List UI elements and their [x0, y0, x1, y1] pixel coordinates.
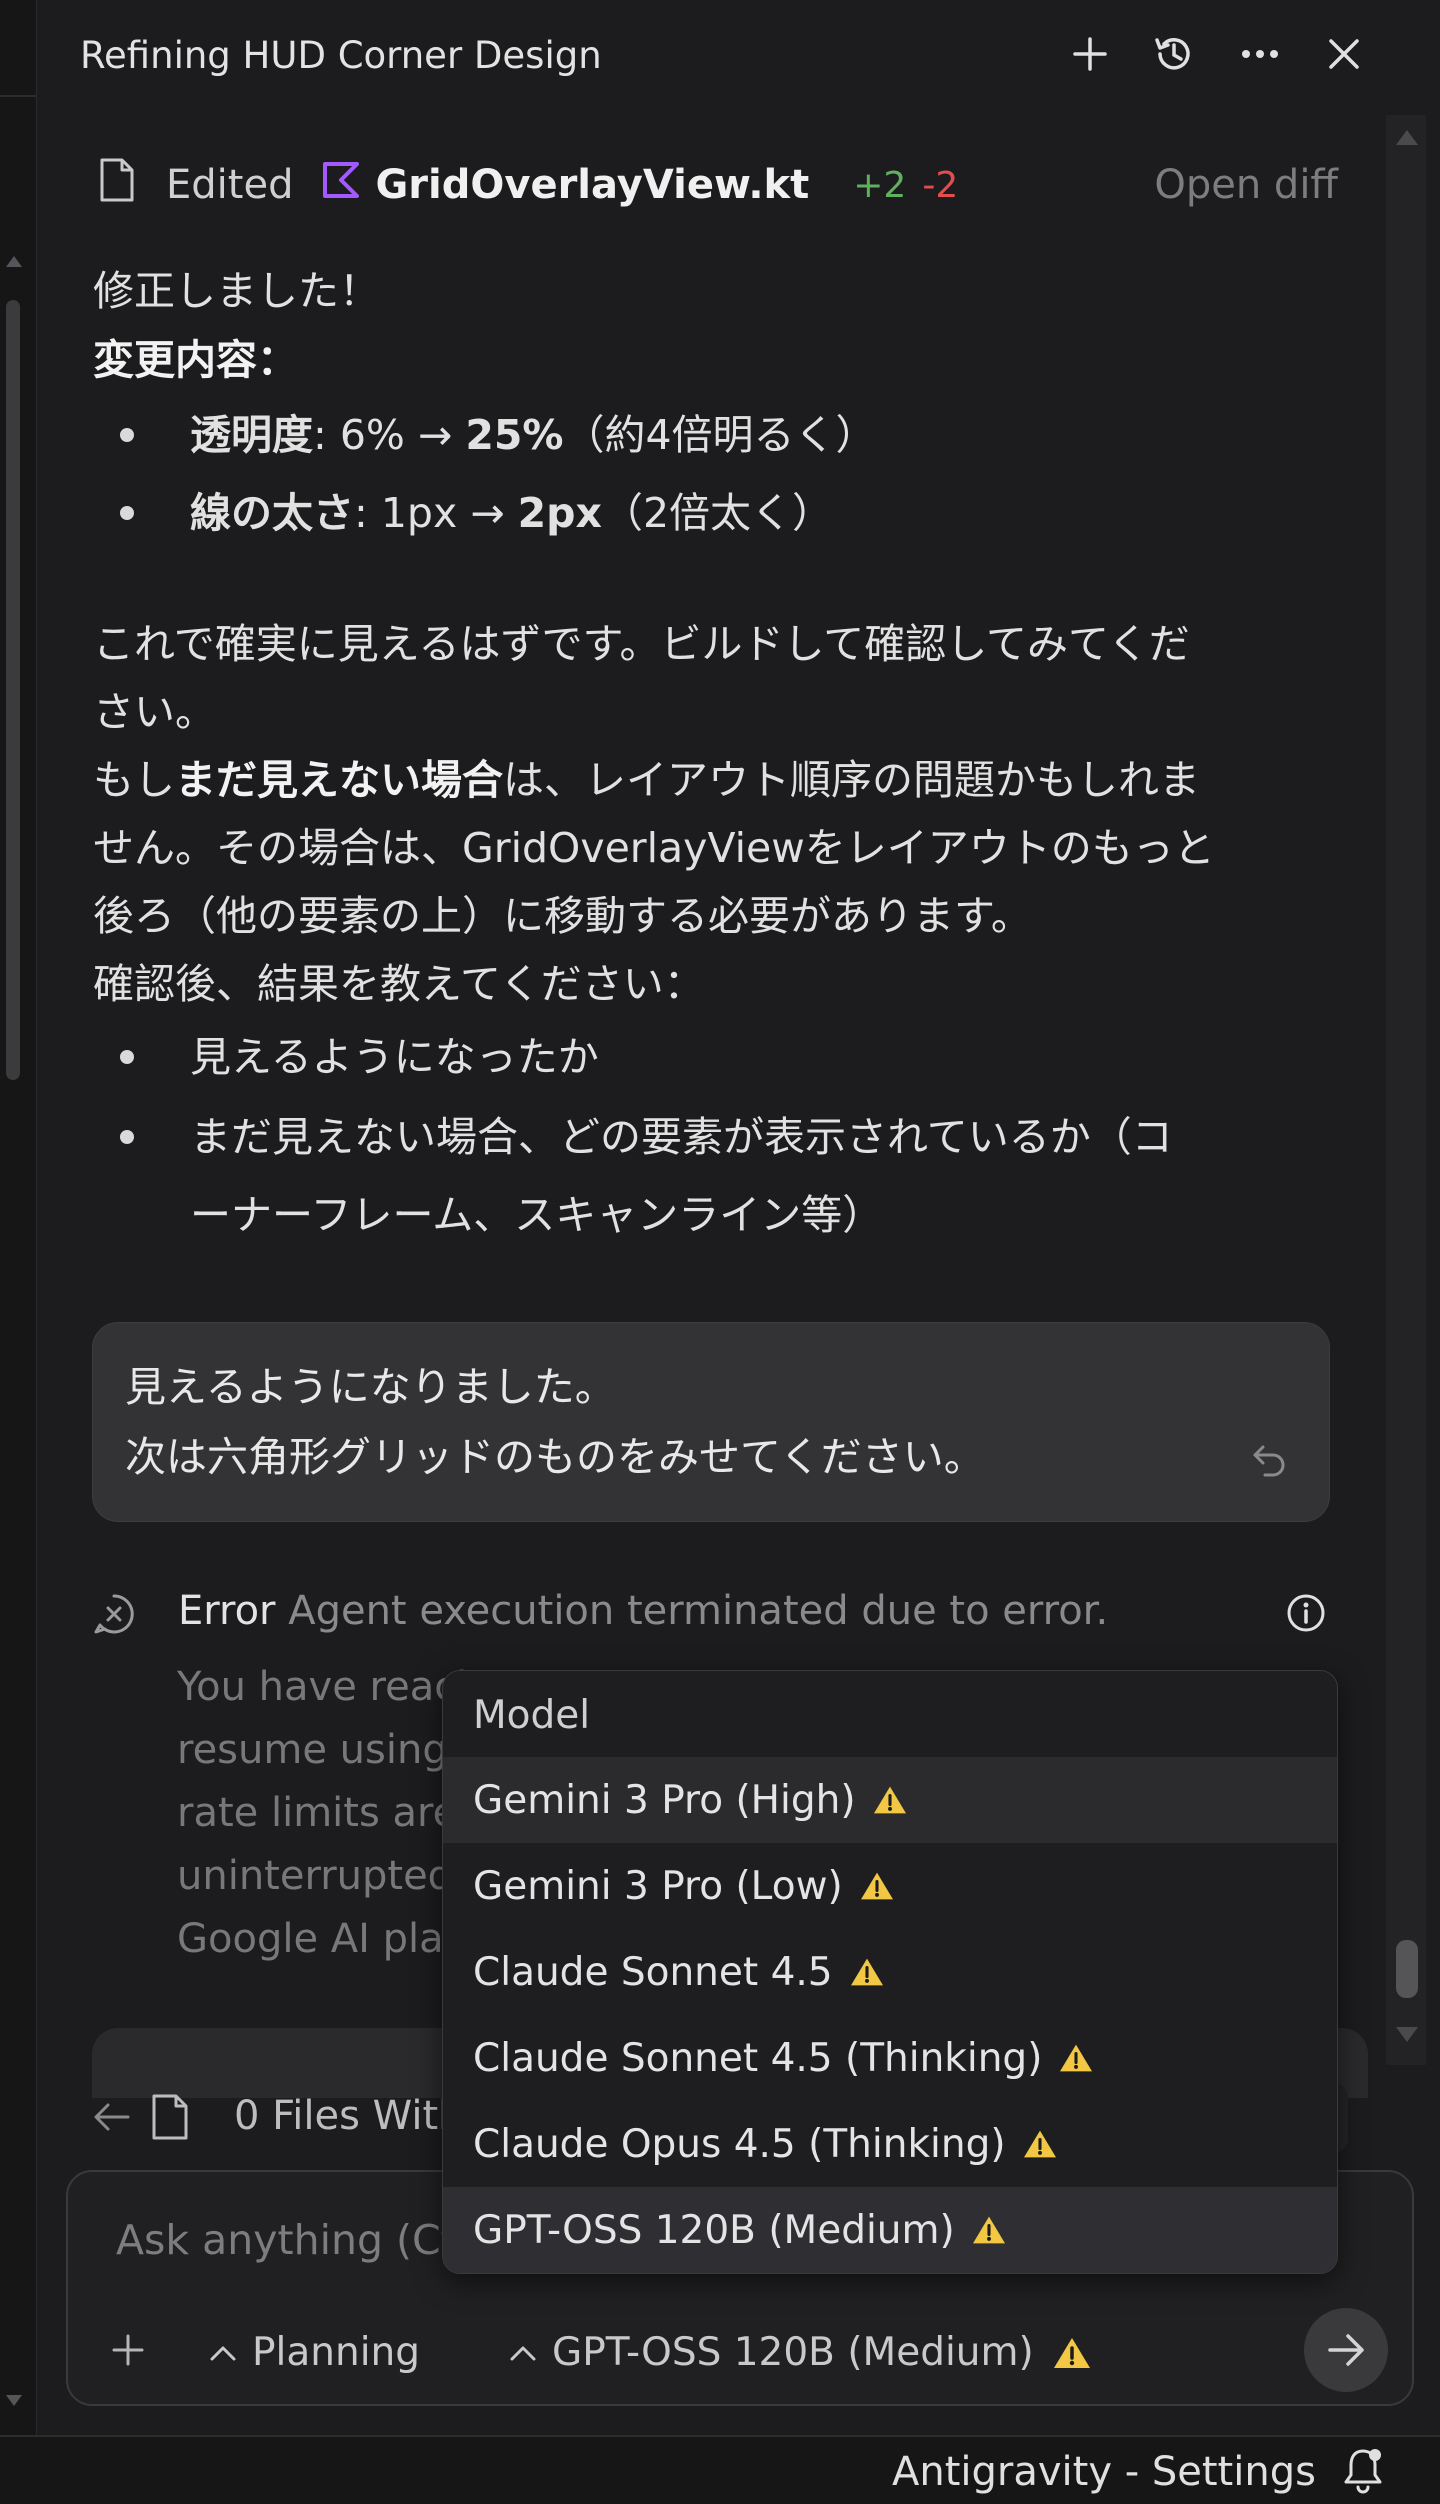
- conversation-title: Refining HUD Corner Design: [80, 34, 602, 77]
- warning-icon: [1060, 2044, 1093, 2072]
- user-message-line: 見えるようになりました。: [125, 1363, 616, 1411]
- warning-icon: [873, 1786, 906, 1814]
- message-line: 確認後、結果を教えてください：: [93, 960, 705, 1008]
- close-icon[interactable]: [1316, 26, 1372, 82]
- warning-icon: [1053, 2337, 1090, 2368]
- error-detail-line: rate limits are: [177, 1790, 458, 1836]
- open-diff-button[interactable]: Open diff: [1154, 162, 1338, 208]
- left-scroll-down-icon[interactable]: [4, 2390, 24, 2414]
- edited-filename[interactable]: GridOverlayView.kt: [375, 162, 809, 208]
- files-changed-label: 0 Files With: [234, 2093, 464, 2139]
- chevron-up-icon: [510, 2346, 536, 2360]
- user-message-line: 次は六角形グリッドのものをみせてください。: [125, 1433, 985, 1481]
- model-label: GPT-OSS 120B (Medium): [552, 2330, 1034, 2375]
- check-bullet-continued: ーナーフレーム、スキャンライン等）: [190, 1191, 884, 1239]
- error-icon: [92, 1592, 136, 1640]
- warning-icon: [1023, 2130, 1056, 2158]
- model-option-gemini-3-pro-high[interactable]: Gemini 3 Pro (High): [443, 1757, 1337, 1843]
- message-heading: 変更内容：: [93, 336, 298, 384]
- edited-file-row: Edited GridOverlayView.kt +2 -2 Open dif…: [98, 155, 1338, 215]
- user-message-bubble: 見えるようになりました。 次は六角形グリッドのものをみせてください。: [92, 1322, 1330, 1522]
- history-icon[interactable]: [1146, 26, 1202, 82]
- error-row: Error Agent execution terminated due to …: [92, 1580, 1342, 1650]
- lines-added: +2: [853, 164, 907, 206]
- message-line: これで確実に見えるはずです。ビルドして確認してみてくだ: [93, 620, 1190, 668]
- kotlin-file-icon: [321, 160, 361, 210]
- left-scroll-up-icon[interactable]: [4, 250, 24, 274]
- check-bullet: まだ見えない場合、どの要素が表示されているか（コ: [190, 1113, 1173, 1161]
- warning-icon: [850, 1958, 883, 1986]
- right-scrollbar[interactable]: [1386, 115, 1426, 2065]
- message-line: 修正しました！: [93, 267, 380, 315]
- arrow-right-icon: [1328, 2334, 1364, 2366]
- file-icon: [98, 157, 136, 213]
- bullet-line-width: 線の太さ: 1px → 2px（2倍太く）: [190, 489, 834, 537]
- bullet-dot: [120, 1130, 134, 1144]
- right-scroll-up-icon[interactable]: [1394, 127, 1420, 151]
- right-scrollbar-thumb[interactable]: [1396, 1940, 1418, 1998]
- model-dropdown-menu: Model Gemini 3 Pro (High) Gemini 3 Pro (…: [442, 1670, 1338, 2274]
- send-button[interactable]: [1304, 2308, 1388, 2392]
- message-line: 後ろ（他の要素の上）に移動する必要があります。: [93, 892, 1032, 940]
- message-line: さい。: [93, 688, 216, 736]
- model-option-claude-opus-4-5-thinking[interactable]: Claude Opus 4.5 (Thinking): [443, 2101, 1337, 2187]
- model-option-gpt-oss-120b-medium[interactable]: GPT-OSS 120B (Medium): [443, 2187, 1337, 2273]
- model-option-claude-sonnet-4-5-thinking[interactable]: Claude Sonnet 4.5 (Thinking): [443, 2015, 1337, 2101]
- app-window: Refining HUD Corner Design Edited GridOv…: [0, 0, 1440, 2504]
- error-summary: Error Agent execution terminated due to …: [178, 1588, 1109, 1634]
- edited-label: Edited: [166, 162, 294, 208]
- model-option-gemini-3-pro-low[interactable]: Gemini 3 Pro (Low): [443, 1843, 1337, 1929]
- status-bar: Antigravity - Settings: [0, 2435, 1440, 2504]
- chat-input-placeholder[interactable]: Ask anything (Ctrl: [116, 2216, 485, 2264]
- dropdown-header: Model: [473, 1693, 591, 1738]
- more-options-icon[interactable]: [1232, 26, 1288, 82]
- message-line: せん。その場合は、GridOverlayViewをレイアウトのもっと: [93, 824, 1215, 872]
- add-context-icon[interactable]: [108, 2330, 148, 2370]
- error-detail-line: uninterrupted: [177, 1853, 454, 1899]
- gutter-divider: [0, 95, 36, 97]
- info-icon[interactable]: [1285, 1592, 1327, 1638]
- right-scroll-down-icon[interactable]: [1394, 2025, 1420, 2049]
- left-gutter: [0, 0, 37, 2435]
- lines-removed: -2: [922, 164, 959, 206]
- model-option-claude-sonnet-4-5[interactable]: Claude Sonnet 4.5: [443, 1929, 1337, 2015]
- check-bullet: 見えるようになったか: [190, 1033, 599, 1081]
- error-detail-line: You have reach: [177, 1664, 482, 1710]
- left-scrollbar-thumb[interactable]: [6, 300, 20, 1080]
- new-chat-icon[interactable]: [1062, 26, 1118, 82]
- bullet-dot: [120, 1050, 134, 1064]
- bullet-dot: [120, 428, 134, 442]
- warning-icon: [972, 2216, 1005, 2244]
- model-selector[interactable]: GPT-OSS 120B (Medium): [508, 2330, 1092, 2375]
- panel-header: Refining HUD Corner Design: [36, 0, 1440, 110]
- bullet-transparency: 透明度: 6% → 25%（約4倍明るく）: [190, 411, 877, 459]
- chevron-up-icon: [210, 2346, 236, 2360]
- warning-icon: [860, 1872, 893, 1900]
- bullet-dot: [120, 506, 134, 520]
- undo-icon[interactable]: [1249, 1439, 1289, 1483]
- notification-bell-icon[interactable]: [1340, 2445, 1386, 2499]
- arrow-left-icon[interactable]: [92, 2099, 132, 2139]
- input-toolbar: Planning GPT-OSS 120B (Medium): [108, 2320, 1368, 2390]
- mode-label: Planning: [252, 2330, 420, 2375]
- error-detail-line: resume using: [177, 1727, 448, 1773]
- file-icon: [150, 2093, 190, 2145]
- status-settings-link[interactable]: Antigravity - Settings: [892, 2449, 1316, 2495]
- mode-selector[interactable]: Planning: [208, 2330, 420, 2375]
- error-detail-line: Google AI plar: [177, 1916, 461, 1962]
- message-line: もしまだ見えない場合は、レイアウト順序の問題かもしれま: [93, 756, 1200, 804]
